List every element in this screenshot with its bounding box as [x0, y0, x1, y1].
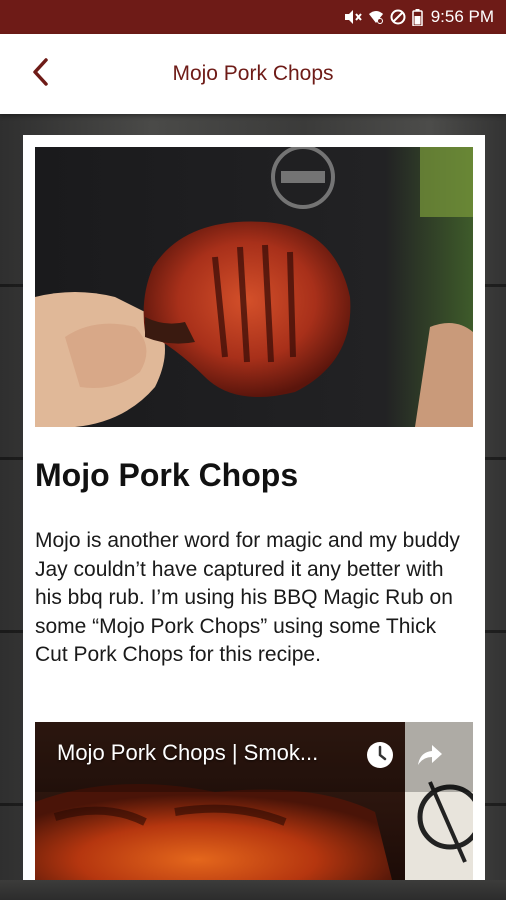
wifi-icon [368, 9, 384, 25]
recipe-card: Mojo Pork Chops Mojo is another word for… [23, 135, 485, 880]
share-icon[interactable] [415, 740, 445, 775]
back-button[interactable] [22, 56, 58, 92]
bottom-edge [0, 880, 506, 900]
recipe-description: Mojo is another word for magic and my bu… [35, 529, 460, 666]
app-title: Mojo Pork Chops [172, 62, 334, 85]
app-bar: Mojo Pork Chops [0, 34, 506, 114]
status-bar: 9:56 PM [0, 0, 506, 34]
video-title: Mojo Pork Chops | Smok... [57, 740, 319, 765]
do-not-disturb-icon [390, 9, 406, 25]
mute-icon [344, 9, 362, 25]
watch-later-icon[interactable] [365, 740, 395, 775]
video-player[interactable]: Mojo Pork Chops | Smok... [35, 722, 473, 880]
back-arrow-icon [31, 57, 49, 92]
battery-icon [411, 8, 423, 26]
status-time: 9:56 PM [430, 7, 494, 26]
recipe-title: Mojo Pork Chops [35, 457, 299, 493]
hero-image [35, 147, 473, 427]
